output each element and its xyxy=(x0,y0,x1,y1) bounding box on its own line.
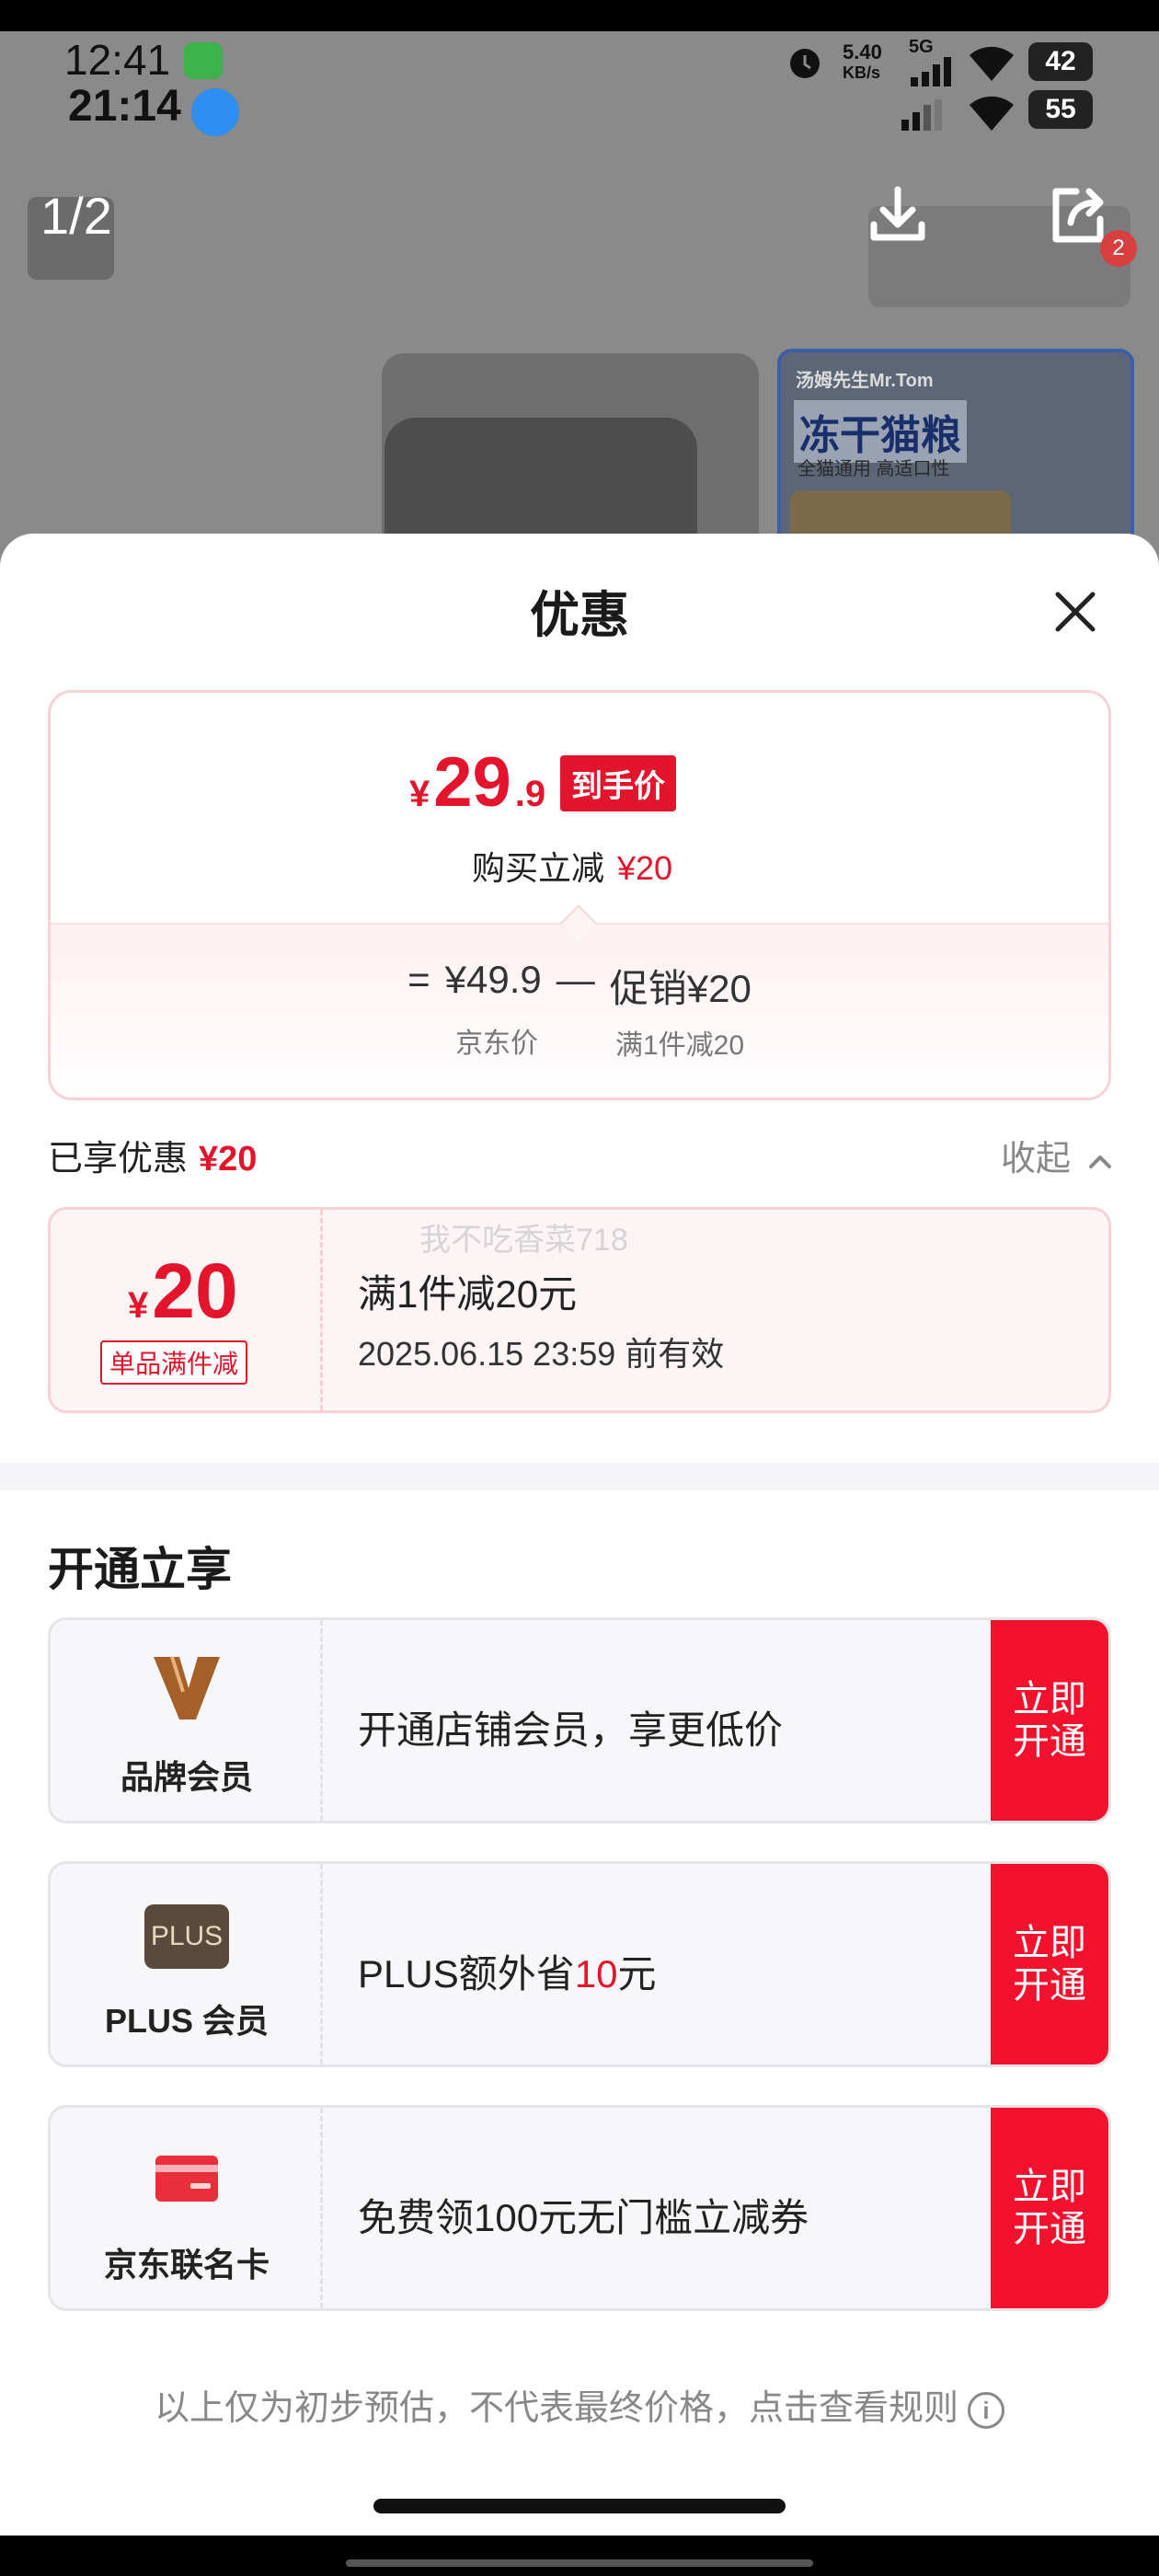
home-indicator[interactable] xyxy=(373,2499,786,2513)
price-disclaimer[interactable]: 以上仅为初步预估，不代表最终价格，点击查看规则 i xyxy=(0,2379,1159,2430)
battery-indicator: 42 xyxy=(1028,42,1093,81)
battery-indicator-secondary: 55 xyxy=(1028,90,1093,129)
member-description-prefix: PLUS额外省 xyxy=(358,1952,575,1995)
enjoyed-discount: 已享优惠 ¥20 xyxy=(48,1130,257,1180)
location-icon xyxy=(191,88,239,136)
watermark: 我不吃香菜718 xyxy=(419,1223,628,1258)
member-name: PLUS 会员 xyxy=(104,2002,269,2040)
info-icon[interactable]: i xyxy=(968,2391,1004,2429)
section-divider xyxy=(0,1463,1159,1490)
coupon-title: 满1件减20元 xyxy=(358,1272,578,1316)
price-formula: = ¥49.9 — 促销¥20 xyxy=(51,958,1108,1014)
signal-icon xyxy=(911,57,951,86)
coupon-amount: ¥ 20 xyxy=(128,1247,238,1336)
member-description: PLUS额外省10元 xyxy=(358,1943,656,1999)
close-icon[interactable] xyxy=(1049,585,1102,638)
plus-badge-text: PLUS xyxy=(150,1921,224,1951)
brand-v-icon xyxy=(154,1656,220,1719)
alarm-icon xyxy=(790,49,820,78)
credit-card-icon xyxy=(155,2156,218,2202)
page-indicator: 1/2 xyxy=(40,187,112,245)
open-plus-member-button[interactable]: 立即开通 xyxy=(991,1864,1108,2064)
notification-badge: 2 xyxy=(1100,230,1137,267)
network-type: 5G xyxy=(909,37,934,57)
network-speed-unit: KB/s xyxy=(843,63,881,82)
collapse-label: 收起 xyxy=(1001,1140,1072,1179)
final-price-tag: 到手价 xyxy=(560,755,676,811)
coupon-currency: ¥ xyxy=(128,1285,149,1326)
formula-base-price: ¥49.9 xyxy=(444,958,542,1001)
member-name: 品牌会员 xyxy=(120,1758,253,1796)
product-brand: 汤姆先生Mr.Tom xyxy=(796,371,934,391)
coupon-type-badge: 单品满件减 xyxy=(100,1340,248,1385)
promo-label: 满1件减20 xyxy=(615,1030,745,1061)
plus-member-card[interactable]: PLUS PLUS 会员 PLUS额外省10元 立即开通 xyxy=(48,1861,1111,2067)
coupon-validity: 2025.06.15 23:59 前有效 xyxy=(358,1335,725,1373)
member-name: 京东联名卡 xyxy=(103,2246,270,2283)
member-description-suffix: 元 xyxy=(617,1952,657,1995)
enjoyed-discount-label: 已享优惠 xyxy=(48,1140,189,1179)
open-jd-card-button[interactable]: 立即开通 xyxy=(991,2108,1108,2308)
sheet-title: 优惠 xyxy=(530,588,629,643)
plus-badge-icon: PLUS xyxy=(144,1904,229,1969)
member-description-highlight: 10 xyxy=(574,1952,618,1995)
formula-equals: = xyxy=(407,958,430,1001)
wifi-icon xyxy=(970,46,1014,81)
member-icon-area: 品牌会员 xyxy=(51,1620,323,1821)
final-price-integer: 29 xyxy=(433,743,511,822)
enjoyed-discount-value: ¥20 xyxy=(199,1140,258,1179)
member-icon-area: 京东联名卡 xyxy=(51,2108,323,2308)
coupon-amount-number: 20 xyxy=(152,1248,238,1334)
final-price-currency: ¥ xyxy=(409,774,430,814)
base-price-label: 京东价 xyxy=(455,1029,538,1059)
chevron-up-icon xyxy=(1088,1155,1111,1168)
member-icon-area: PLUS PLUS 会员 xyxy=(51,1864,323,2064)
disclaimer-text: 以上仅为初步预估，不代表最终价格，点击查看规则 xyxy=(154,2389,958,2428)
network-speed: 5.40 KB/s xyxy=(843,42,882,83)
status-bar: 12:41 21:14 5.40 KB/s 5G 42 55 xyxy=(0,31,1159,142)
coupon-value-area: ¥ 20 单品满件减 xyxy=(51,1210,323,1410)
discount-sheet: 优惠 ¥ 29 .9 到手价 购买立减 ¥20 = ¥49.9 — 促销¥20 京… xyxy=(0,534,1159,2536)
wifi-icon-secondary xyxy=(970,96,1014,131)
member-description: 开通店铺会员，享更低价 xyxy=(358,1708,784,1752)
brand-member-card[interactable]: 品牌会员 开通店铺会员，享更低价 立即开通 xyxy=(48,1617,1111,1823)
final-price-decimal: .9 xyxy=(514,774,546,814)
formula-promo: 促销¥20 xyxy=(609,967,752,1010)
share-icon[interactable] xyxy=(1045,182,1111,248)
status-time-secondary: 21:14 xyxy=(68,82,181,131)
instant-discount: 购买立减 ¥20 xyxy=(472,842,672,890)
instant-discount-label: 购买立减 xyxy=(472,849,605,887)
product-subtitle: 全猫通用 高适口性 xyxy=(798,459,950,479)
status-time-primary: 12:41 xyxy=(64,36,171,84)
network-speed-value: 5.40 xyxy=(843,40,882,63)
instant-discount-value: ¥20 xyxy=(617,849,673,887)
wechat-icon xyxy=(184,42,223,79)
price-breakdown-card: ¥ 29 .9 到手价 购买立减 ¥20 = ¥49.9 — 促销¥20 京东价 … xyxy=(48,690,1111,1100)
jd-card-member-card[interactable]: 京东联名卡 免费领100元无门槛立减券 立即开通 xyxy=(48,2105,1111,2311)
collapse-button[interactable]: 收起 xyxy=(1001,1130,1114,1180)
open-brand-member-button[interactable]: 立即开通 xyxy=(991,1620,1108,1821)
signal-icon-secondary xyxy=(901,99,942,131)
download-icon[interactable] xyxy=(865,182,931,248)
member-description: 免费领100元无门槛立减券 xyxy=(358,2196,809,2239)
formula-minus: — xyxy=(556,958,595,1001)
system-bottom-bar xyxy=(346,2559,813,2567)
membership-section-title: 开通立享 xyxy=(48,1544,232,1595)
final-price: ¥ 29 .9 xyxy=(409,742,545,822)
